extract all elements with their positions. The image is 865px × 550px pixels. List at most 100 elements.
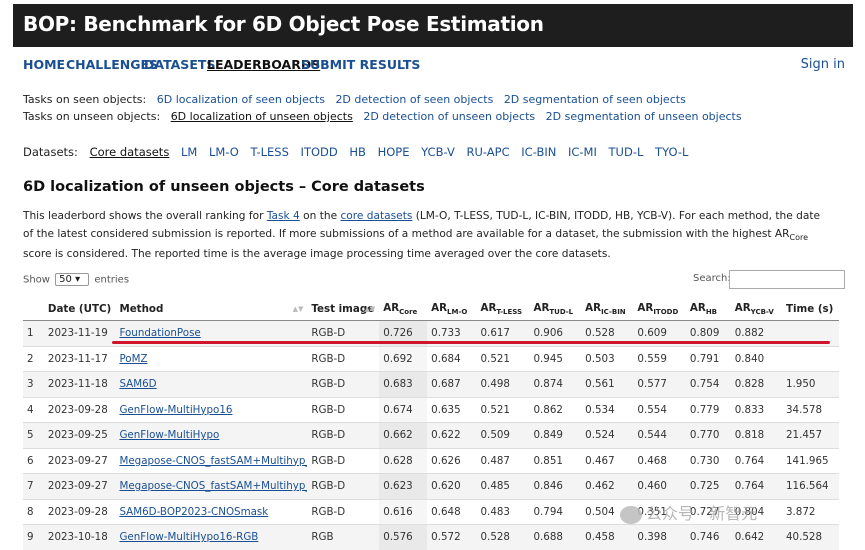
column-header[interactable]: ARIC-BIN xyxy=(581,298,634,321)
column-header-sub: LM-O xyxy=(447,308,468,317)
search-input[interactable] xyxy=(729,270,845,289)
table-row: 4 2023-09-28 GenFlow-MultiHypo16 RGB-D 0.674… xyxy=(23,396,839,423)
table-cell: 0.485 xyxy=(476,473,530,499)
column-header[interactable]: ARYCB-V xyxy=(730,298,782,321)
datasets-label: Datasets: xyxy=(23,145,78,159)
table-cell: 0.764 xyxy=(730,473,782,499)
table-cell: 2023-09-27 xyxy=(43,447,116,474)
desc-text-4: score is considered. The reported time i… xyxy=(23,248,611,261)
column-header-label: Date (UTC) xyxy=(47,303,112,315)
table-cell: 0.849 xyxy=(529,422,582,448)
method-link[interactable]: GenFlow-MultiHypo16-RGB xyxy=(115,524,308,550)
column-header[interactable]: ARHB xyxy=(685,298,731,321)
table-cell: 2023-11-17 xyxy=(43,345,116,372)
table-cell: 0.730 xyxy=(685,447,731,474)
column-header[interactable]: ART-LESS xyxy=(476,298,530,321)
dataset-hope[interactable]: HOPE xyxy=(378,145,410,159)
table-cell: 0.616 xyxy=(379,498,428,525)
method-link[interactable]: PoMZ xyxy=(115,345,308,372)
task-2d-det-unseen[interactable]: 2D detection of unseen objects xyxy=(363,110,535,123)
table-cell: 0.791 xyxy=(685,345,731,372)
table-row: 5 2023-09-25 GenFlow-MultiHypo RGB-D 0.662 0.… xyxy=(23,422,839,448)
task-2d-seg-seen[interactable]: 2D segmentation of seen objects xyxy=(504,93,686,106)
method-link[interactable]: Megapose-CNOS_fastSAM+Multihyp_Te... xyxy=(115,447,308,474)
column-header[interactable]: Date (UTC) xyxy=(43,298,116,321)
dataset-core[interactable]: Core datasets xyxy=(90,145,170,159)
column-header-label: Method xyxy=(119,303,164,315)
table-cell: 116.564 xyxy=(781,473,839,499)
nav-home[interactable]: HOME xyxy=(23,57,65,72)
table-cell: 0.626 xyxy=(427,447,477,474)
table-cell: 0.674 xyxy=(379,396,428,423)
table-cell: 2023-11-18 xyxy=(43,371,116,397)
column-header[interactable]: Method ▲▼ xyxy=(115,298,308,321)
table-row: 9 2023-10-18 GenFlow-MultiHypo16-RGB RGB 0.5… xyxy=(23,524,839,550)
table-cell: 0.648 xyxy=(427,498,477,525)
table-cell: 0.576 xyxy=(379,524,428,550)
sort-icon: ▲▼ xyxy=(292,305,304,313)
site-header: BOP: Benchmark for 6D Object Pose Estima… xyxy=(13,4,853,47)
table-row: 3 2023-11-18 SAM6D RGB-D 0.683 0.687 0.498 0.87… xyxy=(23,371,839,397)
dataset-icbin[interactable]: IC-BIN xyxy=(521,145,556,159)
method-link[interactable]: SAM6D-BOP2023-CNOSmask xyxy=(115,498,308,525)
dataset-ruapc[interactable]: RU-APC xyxy=(466,145,509,159)
dataset-ycbv[interactable]: YCB-V xyxy=(421,145,455,159)
seen-tasks-label: Tasks on seen objects: xyxy=(23,93,147,106)
dataset-tudl[interactable]: TUD-L xyxy=(609,145,644,159)
table-cell: 0.521 xyxy=(476,396,530,423)
method-link[interactable]: GenFlow-MultiHypo16 xyxy=(115,396,308,423)
nav-submit-results[interactable]: SUBMIT RESULTS xyxy=(301,57,420,72)
column-header-label: Time (s) xyxy=(785,303,834,315)
column-header[interactable]: ARLM-O xyxy=(427,298,477,321)
entries-value: 50 xyxy=(59,274,72,285)
table-row: 6 2023-09-27 Megapose-CNOS_fastSAM+Multihy… xyxy=(23,447,839,474)
sign-in-link[interactable]: Sign in xyxy=(801,57,845,72)
task4-link[interactable]: Task 4 xyxy=(267,210,300,222)
method-link[interactable]: SAM6D xyxy=(115,371,308,397)
dataset-icmi[interactable]: IC-MI xyxy=(568,145,597,159)
table-cell: 0.503 xyxy=(581,345,634,372)
column-header[interactable]: ARCore xyxy=(379,298,428,321)
table-cell: 2023-09-27 xyxy=(43,473,116,499)
dataset-tyol[interactable]: TYO-L xyxy=(655,145,688,159)
dataset-tless[interactable]: T-LESS xyxy=(250,145,288,159)
table-cell: 0.684 xyxy=(427,345,477,372)
search-label: Search: xyxy=(693,273,731,284)
dataset-itodd[interactable]: ITODD xyxy=(301,145,338,159)
nav-datasets[interactable]: DATASETS xyxy=(144,57,215,72)
dataset-lm[interactable]: LM xyxy=(181,145,197,159)
table-cell: RGB-D xyxy=(307,396,380,423)
task-2d-det-seen[interactable]: 2D detection of seen objects xyxy=(335,93,493,106)
column-header-label: AR xyxy=(734,301,751,314)
task-6d-loc-unseen[interactable]: 6D localization of unseen objects xyxy=(171,110,353,123)
task-2d-seg-unseen[interactable]: 2D segmentation of unseen objects xyxy=(546,110,742,123)
datasets-row: Datasets: Core datasets LM LM-O T-LESS I… xyxy=(23,145,688,159)
method-link[interactable]: GenFlow-MultiHypo xyxy=(115,422,308,448)
column-header[interactable]: Time (s) xyxy=(781,298,839,321)
table-cell: 0.874 xyxy=(529,371,582,397)
table-cell: RGB-D xyxy=(307,498,380,525)
method-link[interactable]: Megapose-CNOS_fastSAM+Multihyp_Te... xyxy=(115,473,308,499)
table-cell: 0.635 xyxy=(427,396,477,423)
table-cell: 0.642 xyxy=(730,524,782,550)
table-cell: 1 xyxy=(23,320,44,346)
task-6d-loc-seen[interactable]: 6D localization of seen objects xyxy=(157,93,325,106)
table-cell: 2023-09-28 xyxy=(43,396,116,423)
entries-select[interactable]: 50 ▾ xyxy=(55,273,90,286)
column-header[interactable]: Test image ▲▼ xyxy=(307,298,380,321)
site-title[interactable]: BOP: Benchmark for 6D Object Pose Estima… xyxy=(23,12,544,36)
core-datasets-link[interactable]: core datasets xyxy=(340,210,412,222)
table-cell: 0.572 xyxy=(427,524,477,550)
column-header[interactable]: ARITODD xyxy=(633,298,686,321)
dataset-hb[interactable]: HB xyxy=(349,145,366,159)
column-header[interactable]: ARTUD-L xyxy=(529,298,582,321)
column-header-label: AR xyxy=(383,301,400,314)
table-cell: 0.746 xyxy=(685,524,731,550)
table-cell xyxy=(781,345,839,372)
table-cell: 0.483 xyxy=(476,498,530,525)
column-header-label: AR xyxy=(431,301,448,314)
table-cell: 0.554 xyxy=(633,396,686,423)
dataset-lmo[interactable]: LM-O xyxy=(209,145,239,159)
wechat-icon xyxy=(620,505,642,524)
table-cell: 0.623 xyxy=(379,473,428,499)
